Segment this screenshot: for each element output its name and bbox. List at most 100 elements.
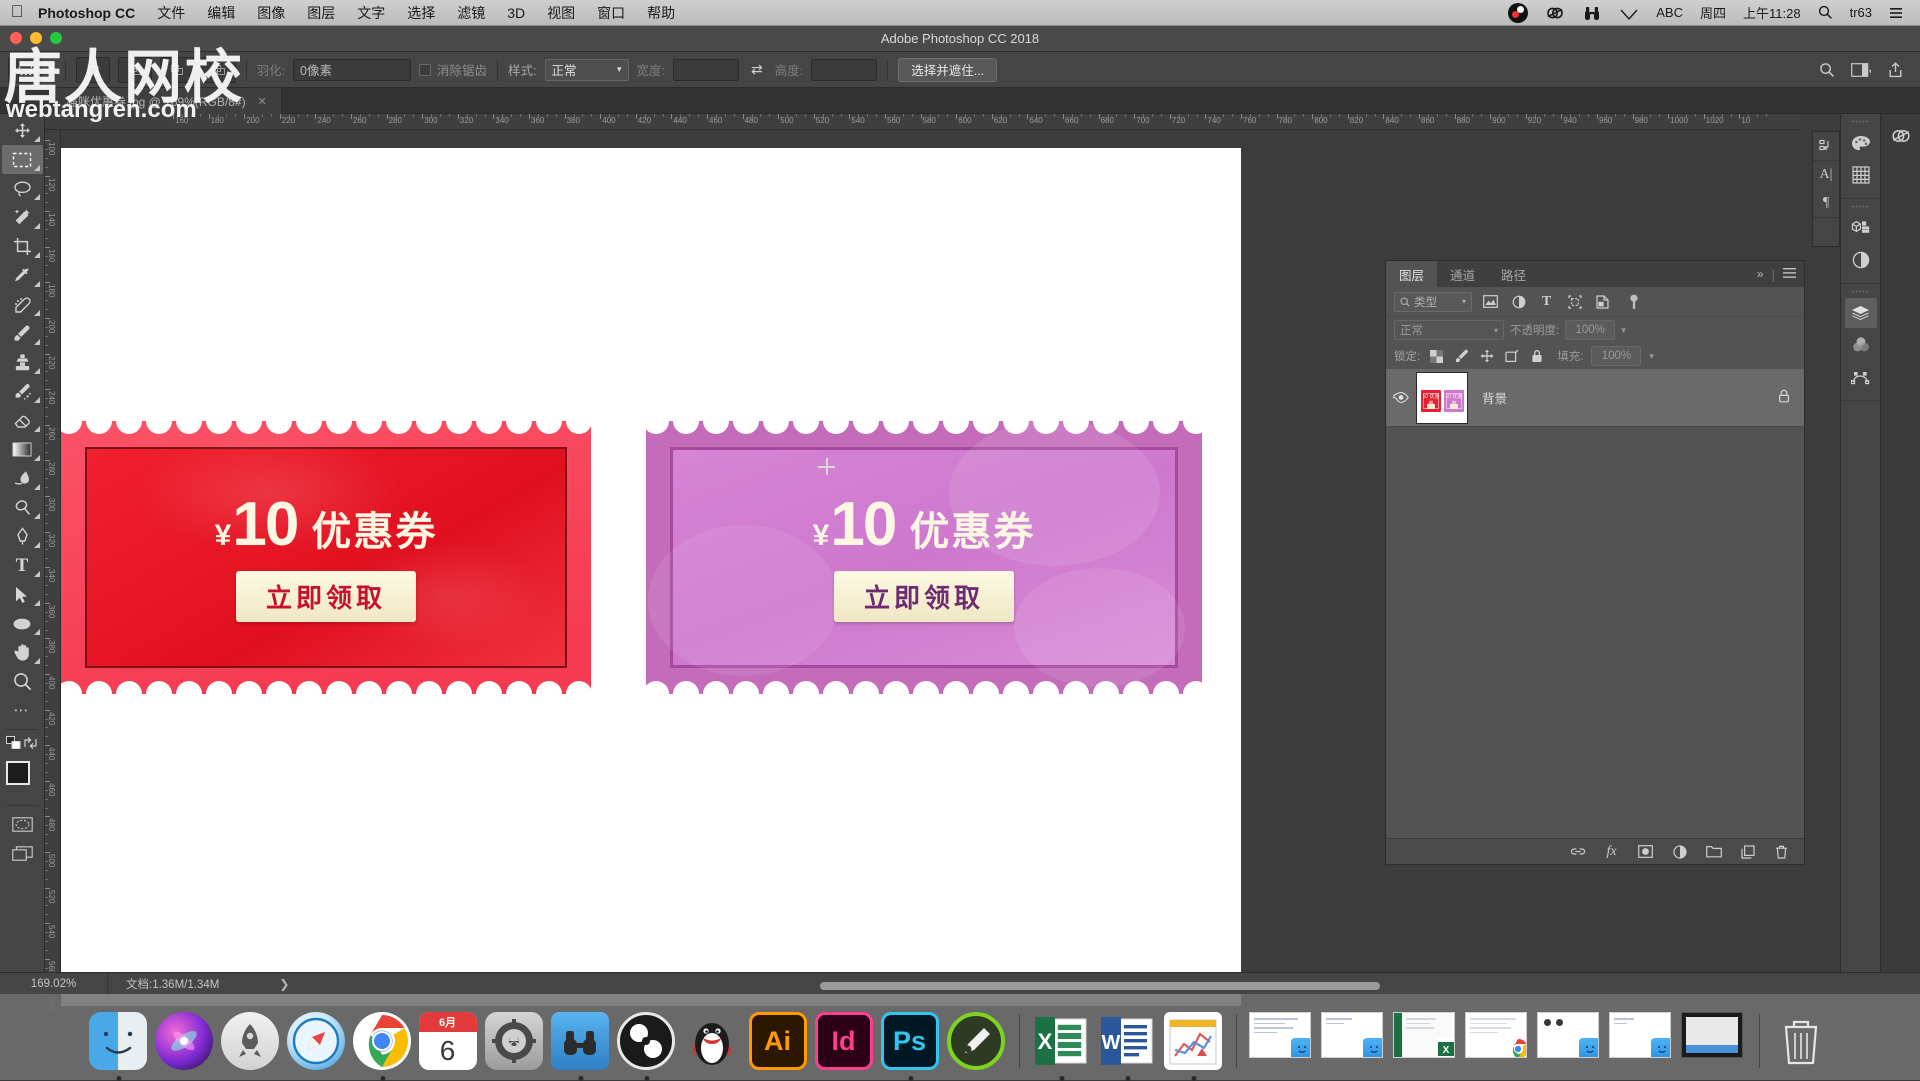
menu-item-window[interactable]: 窗口 <box>586 0 636 26</box>
foreground-color-swatch[interactable] <box>6 761 30 785</box>
dock-item-system-preferences[interactable] <box>485 1012 545 1072</box>
opacity-slider-icon[interactable]: ▾ <box>1621 325 1626 336</box>
apple-menu-icon[interactable]:  <box>0 3 34 23</box>
minimized-finder-window-3[interactable] <box>1537 1012 1603 1072</box>
wifi-status-icon[interactable] <box>1612 0 1646 26</box>
paragraph-panel-icon[interactable]: ¶ <box>1813 189 1839 217</box>
close-icon[interactable]: ✕ <box>258 95 267 108</box>
layer-style-fx-icon[interactable]: fx <box>1603 843 1620 860</box>
default-colors-icon[interactable] <box>6 736 22 753</box>
active-tool-preset-icon[interactable] <box>8 57 42 83</box>
mini-panel-extra-slot[interactable] <box>1813 218 1839 246</box>
obs-status-icon[interactable] <box>1501 0 1535 26</box>
horizontal-scrollbar[interactable] <box>820 982 1380 990</box>
layer-name[interactable]: 背景 <box>1482 388 1507 407</box>
window-controls[interactable] <box>10 32 62 44</box>
minimized-finder-window-4[interactable] <box>1609 1012 1675 1072</box>
link-layers-icon[interactable] <box>1569 843 1586 860</box>
3d-panel-icon[interactable] <box>1845 213 1877 243</box>
menu-item-select[interactable]: 选择 <box>396 0 446 26</box>
selection-subtract-icon[interactable] <box>160 57 194 83</box>
dock-item-snagit[interactable] <box>947 1012 1007 1072</box>
color-swatches[interactable] <box>2 759 43 801</box>
tab-paths[interactable]: 路径 <box>1488 261 1539 287</box>
dock-item-qq[interactable] <box>683 1012 743 1072</box>
menu-item-file[interactable]: 文件 <box>146 0 196 26</box>
dock-item-indesign[interactable]: Id <box>815 1012 875 1072</box>
purple-coupon-get-button[interactable]: 立即领取 <box>834 571 1014 622</box>
eyedropper-tool[interactable] <box>2 261 43 290</box>
minimized-finder-window-1[interactable] <box>1249 1012 1315 1072</box>
status-expand-icon[interactable]: ❯ <box>219 977 289 991</box>
menubar-clock[interactable]: 上午11:28 <box>1736 0 1808 26</box>
menubar-username[interactable]: tr63 <box>1843 0 1879 26</box>
rectangular-marquee-tool[interactable] <box>2 145 43 174</box>
panel-drag-handle-3[interactable]: ••••• <box>1841 290 1880 296</box>
hamburger-menu-icon[interactable] <box>1783 267 1796 282</box>
feather-input[interactable]: 0像素 <box>293 59 411 81</box>
menu-item-edit[interactable]: 编辑 <box>196 0 246 26</box>
chevron-double-right-icon[interactable]: » <box>1757 267 1764 281</box>
opacity-input[interactable]: 100% <box>1565 320 1615 340</box>
hand-tool[interactable] <box>2 638 43 667</box>
panel-drag-handle[interactable]: ••••• <box>1841 120 1880 126</box>
layer-mask-icon[interactable] <box>1637 843 1654 860</box>
lock-all-icon[interactable] <box>1528 348 1545 365</box>
selection-new-icon[interactable] <box>76 57 110 83</box>
menu-item-layer[interactable]: 图层 <box>296 0 346 26</box>
layer-locked-icon[interactable] <box>1778 389 1790 406</box>
healing-brush-tool[interactable] <box>2 290 43 319</box>
panel-drag-handle-2[interactable]: ••••• <box>1841 205 1880 211</box>
dock-item-launchpad[interactable] <box>221 1012 281 1072</box>
adjustments-panel-icon[interactable] <box>1845 245 1877 275</box>
dock-item-word[interactable]: W <box>1098 1012 1158 1072</box>
new-layer-icon[interactable] <box>1739 843 1756 860</box>
menu-app-name[interactable]: Photoshop CC <box>34 0 146 26</box>
lock-image-pixels-icon[interactable] <box>1453 348 1470 365</box>
type-layer-filter-icon[interactable]: T <box>1537 292 1556 311</box>
blend-mode-select[interactable]: 正常 ▾ <box>1394 320 1504 340</box>
lasso-tool[interactable] <box>2 174 43 203</box>
dock-item-chrome[interactable] <box>353 1012 413 1072</box>
creative-cloud-libraries-icon[interactable] <box>1885 121 1917 151</box>
antialias-checkbox-box[interactable] <box>419 64 431 76</box>
menu-item-3d[interactable]: 3D <box>496 0 536 26</box>
ellipse-shape-tool[interactable] <box>2 609 43 638</box>
red-coupon-get-button[interactable]: 立即领取 <box>236 571 416 622</box>
fill-input[interactable]: 100% <box>1591 346 1641 366</box>
tab-layers[interactable]: 图层 <box>1386 261 1437 287</box>
history-brush-tool[interactable] <box>2 377 43 406</box>
lock-artboard-nesting-icon[interactable] <box>1503 348 1520 365</box>
adjustment-layer-filter-icon[interactable] <box>1509 292 1528 311</box>
menu-item-view[interactable]: 视图 <box>536 0 586 26</box>
workspace-switcher-icon[interactable]: ▾ <box>1850 59 1872 81</box>
lock-transparent-pixels-icon[interactable] <box>1428 348 1445 365</box>
screen-mode-toggle[interactable] <box>2 839 43 868</box>
menu-item-filter[interactable]: 滤镜 <box>446 0 496 26</box>
dock-item-calendar[interactable]: 6月 6 <box>419 1012 479 1072</box>
selection-intersect-icon[interactable] <box>202 57 236 83</box>
pen-tool[interactable] <box>2 522 43 551</box>
pixel-layer-filter-icon[interactable] <box>1481 292 1500 311</box>
zoom-button[interactable] <box>50 32 62 44</box>
menubar-day[interactable]: 周四 <box>1693 0 1733 26</box>
filter-toggle-icon[interactable] <box>1624 292 1643 311</box>
swap-colors-icon[interactable] <box>23 736 38 753</box>
brush-tool[interactable] <box>2 319 43 348</box>
close-button[interactable] <box>10 32 22 44</box>
clone-stamp-tool[interactable] <box>2 348 43 377</box>
path-selection-tool[interactable] <box>2 580 43 609</box>
dock-item-siri[interactable] <box>155 1012 215 1072</box>
color-panel-icon[interactable] <box>1845 128 1877 158</box>
minimized-finder-window-2[interactable] <box>1321 1012 1387 1072</box>
layers-panel-icon[interactable] <box>1845 298 1877 328</box>
creative-cloud-status-icon[interactable] <box>1538 0 1572 26</box>
quick-mask-toggle[interactable] <box>2 810 43 839</box>
edit-toolbar-button[interactable]: ⋯ <box>2 696 43 725</box>
lock-position-icon[interactable] <box>1478 348 1495 365</box>
zoom-tool[interactable] <box>2 667 43 696</box>
dock-item-illustrator[interactable]: Ai <box>749 1012 809 1072</box>
selection-add-icon[interactable] <box>118 57 152 83</box>
input-source-indicator[interactable]: ABC <box>1649 0 1690 26</box>
dock-item-excel[interactable]: X <box>1032 1012 1092 1072</box>
